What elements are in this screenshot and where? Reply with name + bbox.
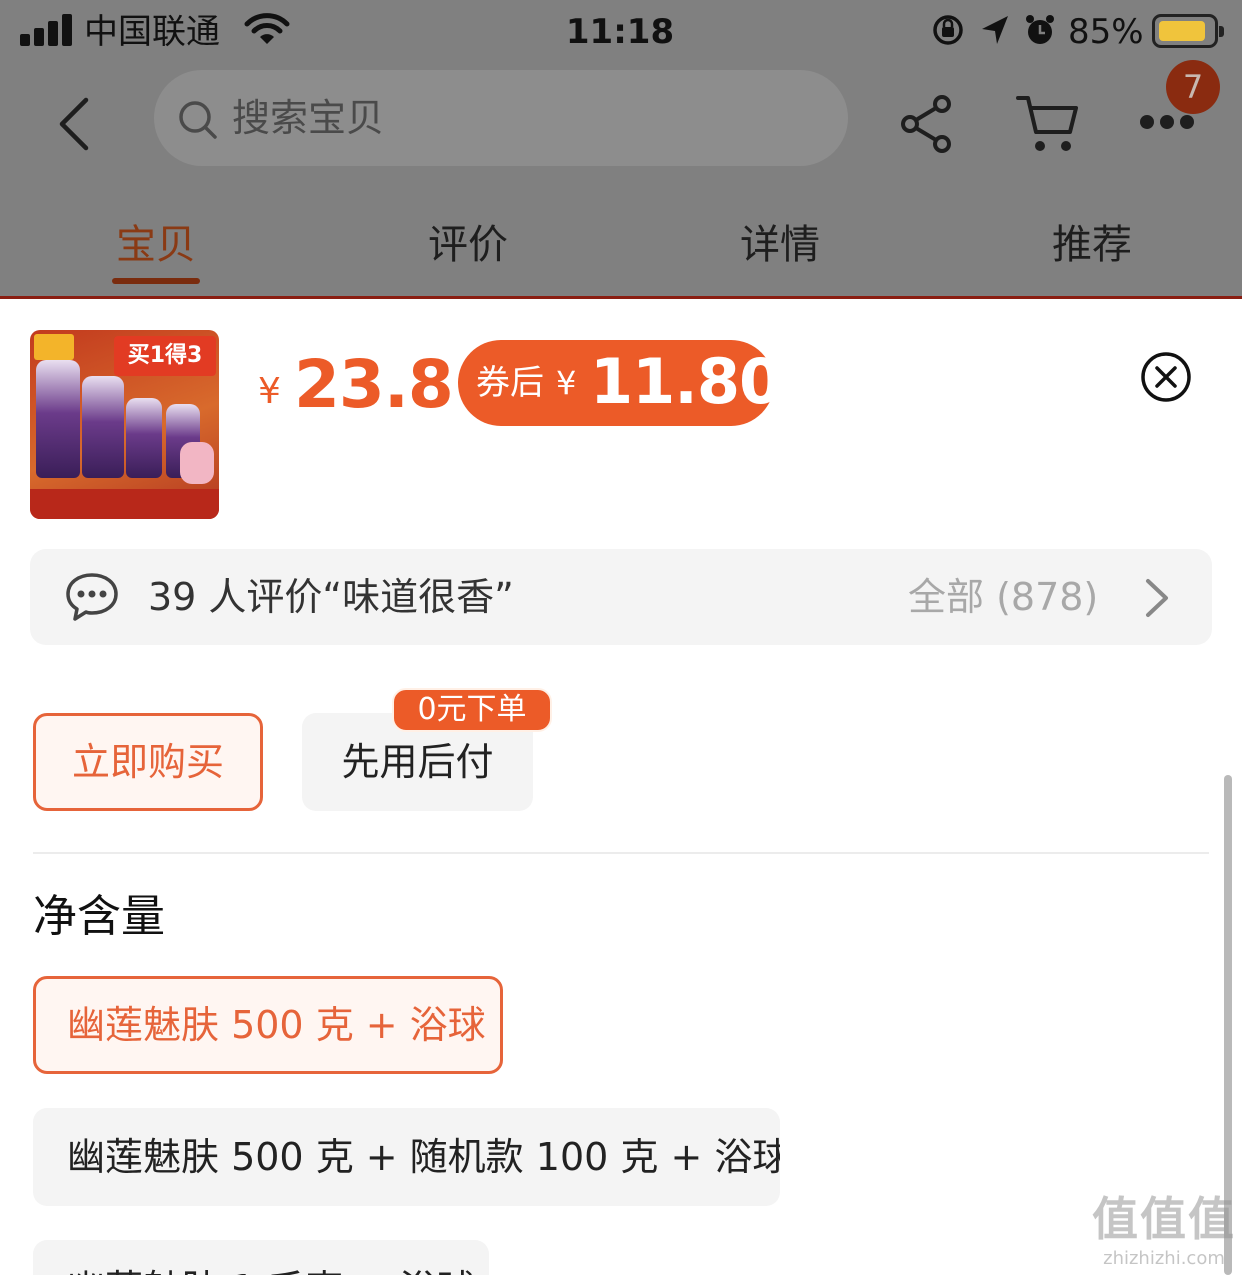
signal-icon (20, 14, 74, 46)
active-tab-indicator (112, 278, 200, 284)
search-icon (179, 101, 217, 139)
thumbnail-footer-strip (30, 489, 219, 519)
back-icon[interactable] (52, 94, 96, 154)
coupon-currency: ¥ (556, 364, 577, 402)
spec-section-title: 净含量 (33, 891, 165, 942)
top-navigation-bar: 搜索宝贝 7 (0, 60, 1242, 180)
clock: 11:18 (565, 12, 675, 52)
location-icon (982, 16, 1008, 44)
price-currency: ¥ (258, 371, 281, 412)
rotation-lock-icon (933, 15, 963, 45)
promo-label: 买1得3 (114, 336, 216, 376)
divider (33, 852, 1209, 854)
zero-yuan-order-badge: 0元下单 (392, 688, 552, 732)
watermark-logo: 值值值 zhizhizhi.com (1092, 1192, 1236, 1272)
more-icon[interactable] (1138, 112, 1196, 132)
bottle-image (36, 360, 80, 478)
tab-item[interactable]: 宝贝 (76, 220, 236, 270)
coupon-price: 11.80 (590, 345, 782, 418)
watermark-brand: 值值值 (1092, 1192, 1236, 1246)
price: 23.8 (294, 346, 454, 423)
battery-icon (1152, 14, 1224, 48)
review-summary-bar[interactable]: 39 人评价“味道很香” 全部 (878) (30, 549, 1212, 645)
cart-icon[interactable] (1014, 92, 1080, 156)
search-input[interactable]: 搜索宝贝 (154, 70, 848, 166)
watermark-url: zhizhizhi.com (1103, 1248, 1225, 1269)
all-reviews-link[interactable]: 全部 (878) (908, 573, 1098, 621)
coupon-label: 券后 (476, 363, 544, 403)
bottle-image (82, 376, 124, 478)
battery-level-fill (1159, 21, 1205, 41)
alarm-icon (1026, 15, 1054, 44)
comment-icon (66, 573, 118, 621)
cart-count-badge: 7 (1166, 60, 1220, 114)
sku-selection-sheet: 买1得3 ¥ 23.8 券后 ¥ 11.80 39 人评价“味道很香” 全部 (… (0, 299, 1242, 1275)
share-icon[interactable] (898, 94, 958, 154)
tab-reviews[interactable]: 评价 (388, 220, 548, 270)
status-bar: 中国联通 11:18 85% (0, 0, 1242, 64)
battery-percentage: 85% (1068, 12, 1144, 52)
bottle-image (126, 398, 162, 478)
coupon-price-pill: 券后 ¥ 11.80 (458, 340, 782, 426)
dimmed-background[interactable]: 中国联通 11:18 85% 搜索宝贝 7 宝贝 评价 详情 推荐 (0, 0, 1242, 299)
tab-recommend[interactable]: 推荐 (1012, 220, 1172, 270)
status-icons (933, 15, 1054, 45)
tab-details[interactable]: 详情 (700, 220, 860, 270)
buy-now-button[interactable]: 立即购买 (33, 713, 263, 811)
spec-option-selected[interactable]: 幽莲魅肤 500 克 + 浴球 (33, 976, 503, 1074)
close-icon[interactable] (1140, 351, 1192, 403)
review-summary-text: 39 人评价“味道很香” (148, 575, 514, 619)
chevron-right-icon (1146, 579, 1168, 617)
spec-option[interactable]: 幽莲魅肤 500 克 + 随机款 100 克 + 浴球 (33, 1108, 780, 1206)
subsidy-tag (34, 334, 74, 360)
carrier-label: 中国联通 (84, 12, 220, 52)
spec-option[interactable]: 幽莲魅肤 1 千克 + 浴球 (33, 1240, 489, 1275)
product-thumbnail[interactable]: 买1得3 (30, 330, 219, 519)
wifi-icon (244, 13, 290, 44)
bath-ball-image (180, 442, 214, 484)
tab-bar: 宝贝 评价 详情 推荐 (0, 198, 1242, 298)
search-placeholder: 搜索宝贝 (232, 96, 385, 140)
